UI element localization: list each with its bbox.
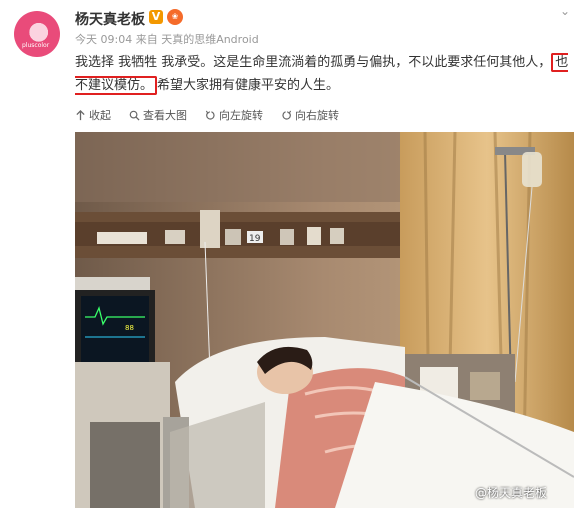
- rotate-right-icon: [282, 110, 292, 120]
- post-text-part-2: 希望大家拥有健康平安的人生。: [157, 78, 340, 93]
- avatar[interactable]: pluscolor: [14, 11, 60, 57]
- post-text: 我选择 我牺牲 我承受。这是生命里流淌着的孤勇与偏执，不以此要求任何其他人， 也不…: [75, 51, 570, 97]
- post-meta: 今天 09:04 来自 天真的思维Android: [75, 33, 259, 46]
- magnifier-icon: [129, 110, 140, 121]
- post-text-part-1: 我选择 我牺牲 我承受。这是生命里流淌着的孤勇与偏执，不以此要求任何其他人，: [75, 55, 552, 70]
- image-toolbar: 收起 查看大图 向左旋转 向右旋转: [75, 107, 339, 123]
- username[interactable]: 杨天真老板: [75, 9, 145, 29]
- post-photo[interactable]: 19 88 @杨天真老板: [75, 132, 574, 508]
- rotate-left-button[interactable]: 向左旋转: [205, 107, 263, 123]
- rotate-left-label: 向左旋转: [219, 109, 263, 122]
- verified-badge-icon: V: [149, 10, 163, 24]
- view-large-button[interactable]: 查看大图: [129, 107, 187, 123]
- view-large-label: 查看大图: [143, 109, 187, 122]
- rotate-right-label: 向右旋转: [295, 109, 339, 122]
- svg-text:88: 88: [125, 324, 134, 332]
- collapse-icon: [76, 109, 85, 120]
- collapse-button[interactable]: 收起: [75, 107, 111, 123]
- collapse-label: 收起: [89, 109, 111, 122]
- rotate-left-icon: [205, 110, 215, 120]
- avatar-logo-text: pluscolor: [22, 42, 50, 49]
- fan-badge-icon: ❀: [167, 9, 183, 25]
- photo-watermark: @杨天真老板: [475, 485, 547, 500]
- hospital-scene-image: 19 88 @杨天真老板: [75, 132, 574, 508]
- chevron-down-icon[interactable]: ⌄: [560, 4, 570, 18]
- room-number: 19: [249, 234, 261, 244]
- rotate-right-button[interactable]: 向右旋转: [281, 107, 339, 123]
